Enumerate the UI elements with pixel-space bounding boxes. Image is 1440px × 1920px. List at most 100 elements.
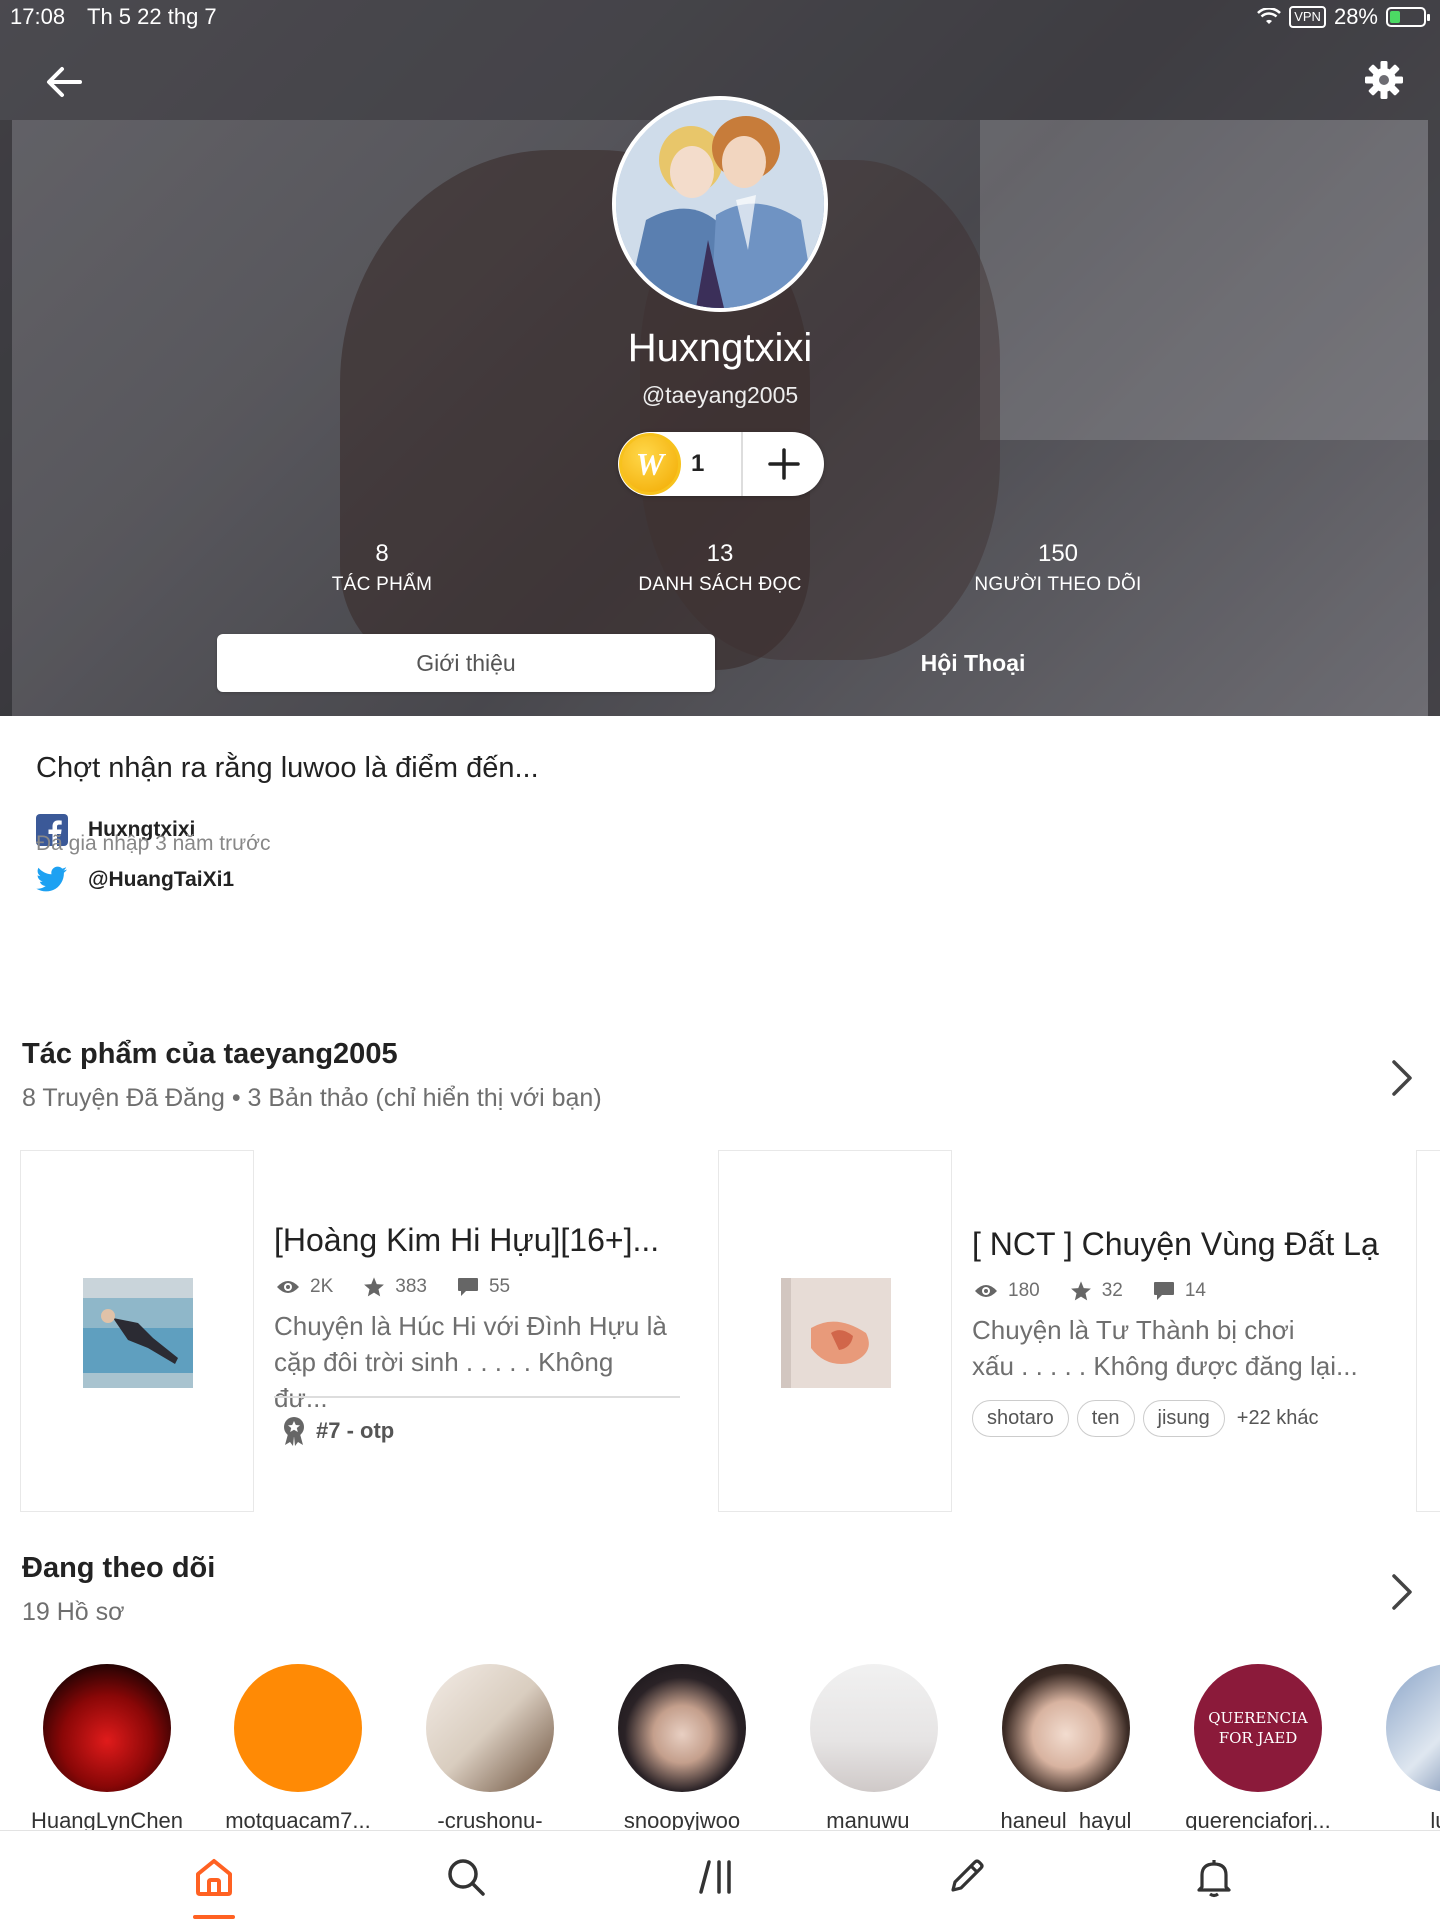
twitter-handle: @HuangTaiXi1 (88, 868, 235, 891)
nav-library[interactable] (688, 1849, 748, 1905)
story-description-line: Chuyện là Tư Thành bị chơi (972, 1315, 1295, 1345)
settings-button[interactable] (1362, 58, 1406, 102)
status-bar: 17:08 Th 5 22 thg 7 VPN 28% (0, 0, 1440, 34)
back-button[interactable] (40, 58, 88, 106)
story-stats: 2K 383 55 (276, 1276, 540, 1298)
story-title: [ NCT ] Chuyện Vùng Đất Lạ (972, 1226, 1379, 1262)
about-section: Chợt nhận ra rằng luwoo là điểm đến... H… (36, 752, 1396, 892)
following-list: HuangLynChen motquacam7... -crushonu- sn… (0, 1664, 1440, 1834)
avatar (810, 1664, 938, 1792)
status-date: Th 5 22 thg 7 (87, 4, 217, 29)
works-see-all-button[interactable] (1382, 1054, 1422, 1102)
works-section-subtitle: 8 Truyện Đã Đăng • 3 Bản thảo (chỉ hiển … (22, 1084, 602, 1112)
logo-text: QUERENCIA (1208, 1709, 1308, 1727)
twitter-link[interactable]: @HuangTaiXi1 (36, 866, 234, 894)
story-card[interactable]: [Hoàng Kim Hi Hựu][16+]... 2K 383 55 Chu… (20, 1150, 680, 1512)
stat-value: 13 (706, 540, 734, 567)
avatar (1002, 1664, 1130, 1792)
stat-works[interactable]: 8 TÁC PHẨM (232, 540, 532, 596)
tab-about[interactable]: Giới thiệu (217, 634, 715, 692)
chevron-right-icon (1392, 1060, 1412, 1096)
arrow-left-icon (47, 67, 82, 97)
avatar: QUERENCIA FOR JAED (1194, 1664, 1322, 1792)
story-title: [Hoàng Kim Hi Hựu][16+]... (274, 1222, 660, 1258)
wifi-icon (1257, 8, 1282, 24)
works-section-title: Tác phẩm của taeyang2005 (22, 1038, 398, 1070)
following-see-all-button[interactable] (1382, 1568, 1422, 1616)
tag-chip[interactable]: ten (1076, 1400, 1135, 1437)
following-user[interactable]: QUERENCIA FOR JAED querenciaforj... (1162, 1664, 1354, 1834)
gear-icon (1365, 61, 1403, 99)
add-coins-button[interactable] (743, 432, 824, 496)
stat-label: DANH SÁCH ĐỌC (638, 574, 802, 595)
following-user[interactable]: motquacam7... (202, 1664, 394, 1834)
following-user[interactable]: snoopyjwoo (586, 1664, 778, 1834)
story-description: Chuyện là Húc Hi với Đình Hựu là cặp đôi… (274, 1308, 674, 1416)
avatar (43, 1664, 171, 1792)
battery-percent: 28% (1333, 4, 1378, 29)
chevron-right-icon (1392, 1574, 1412, 1610)
comment-icon (457, 1278, 478, 1296)
story-card[interactable]: [ NCT ] Chuyện Vùng Đất Lạ 180 32 14 Chu… (718, 1150, 1379, 1512)
display-name: Huxngtxixi (627, 326, 813, 370)
plus-icon (767, 448, 800, 480)
status-time: 17:08 (10, 4, 66, 29)
comments-count: 55 (457, 1276, 510, 1298)
star-icon (1070, 1281, 1091, 1301)
bell-icon (1197, 1860, 1231, 1898)
comment-icon (1153, 1282, 1174, 1300)
star-icon (364, 1277, 385, 1297)
nav-notifications[interactable] (1184, 1849, 1244, 1905)
tab-conversations[interactable]: Hội Thoại (724, 634, 1222, 692)
award-ribbon-icon (284, 1417, 304, 1446)
username: @taeyang2005 (641, 382, 799, 408)
status-indicators: VPN 28% (1257, 4, 1430, 30)
following-user[interactable]: haneul_hayul (970, 1664, 1162, 1834)
reads-count: 2K (276, 1276, 333, 1298)
comments-count: 14 (1153, 1280, 1206, 1302)
story-cover-image (83, 1278, 193, 1388)
nav-search[interactable] (436, 1849, 496, 1905)
twitter-icon (36, 866, 67, 892)
story-stats: 180 32 14 (974, 1280, 1236, 1302)
tag-chip[interactable]: jisung (1142, 1400, 1225, 1437)
logo-text: FOR JAED (1218, 1729, 1298, 1747)
library-icon (699, 1860, 731, 1894)
reads-value: 2K (310, 1276, 334, 1297)
story-ranking[interactable]: #7 - otp (282, 1416, 394, 1446)
profile-tabs: Giới thiệu Hội Thoại (0, 634, 1440, 692)
avatar (234, 1664, 362, 1792)
story-cover (718, 1150, 952, 1512)
nav-home[interactable] (184, 1849, 244, 1905)
profile-header-banner: 17:08 Th 5 22 thg 7 VPN 28% Huxngtxixi @… (0, 0, 1440, 716)
stat-followers[interactable]: 150 NGƯỜI THEO DÕI (908, 540, 1208, 596)
tag-chip[interactable]: shotaro (972, 1400, 1069, 1437)
pencil-icon (951, 1859, 984, 1892)
avatar (618, 1664, 746, 1792)
nav-write[interactable] (936, 1849, 996, 1905)
profile-avatar[interactable] (612, 96, 828, 312)
coin-symbol: W (635, 445, 665, 482)
story-tags: shotaro ten jisung +22 khác (972, 1400, 1319, 1437)
votes-value: 32 (1101, 1280, 1123, 1301)
story-card-peek[interactable] (1416, 1150, 1440, 1512)
stat-value: 8 (375, 540, 389, 567)
votes-value: 383 (395, 1276, 427, 1297)
vpn-badge: VPN (1289, 6, 1326, 28)
bio-text: Chợt nhận ra rằng luwoo là điểm đến... (36, 752, 539, 784)
more-tags-label[interactable]: +22 khác (1237, 1407, 1319, 1430)
stat-reading-lists[interactable]: 13 DANH SÁCH ĐỌC (570, 540, 870, 596)
avatar-photo (616, 100, 824, 308)
following-user[interactable]: -crushonu- (394, 1664, 586, 1834)
story-description-line: xấu . . . . . Không được đăng lại... (972, 1351, 1358, 1381)
avatar (426, 1664, 554, 1792)
story-description-line: cặp đôi trời sinh . . . . . Không đư... (274, 1347, 614, 1413)
following-user[interactable]: lulul (1354, 1664, 1440, 1834)
votes-count: 32 (1070, 1280, 1123, 1302)
following-section-title: Đang theo dõi (22, 1552, 216, 1584)
following-user[interactable]: HuangLynChen (11, 1664, 203, 1834)
profile-stats: 8 TÁC PHẨM 13 DANH SÁCH ĐỌC 150 NGƯỜI TH… (0, 540, 1440, 610)
following-user[interactable]: manuwu_ (778, 1664, 970, 1834)
search-icon (448, 1859, 485, 1896)
coin-count: 1 (691, 450, 705, 477)
